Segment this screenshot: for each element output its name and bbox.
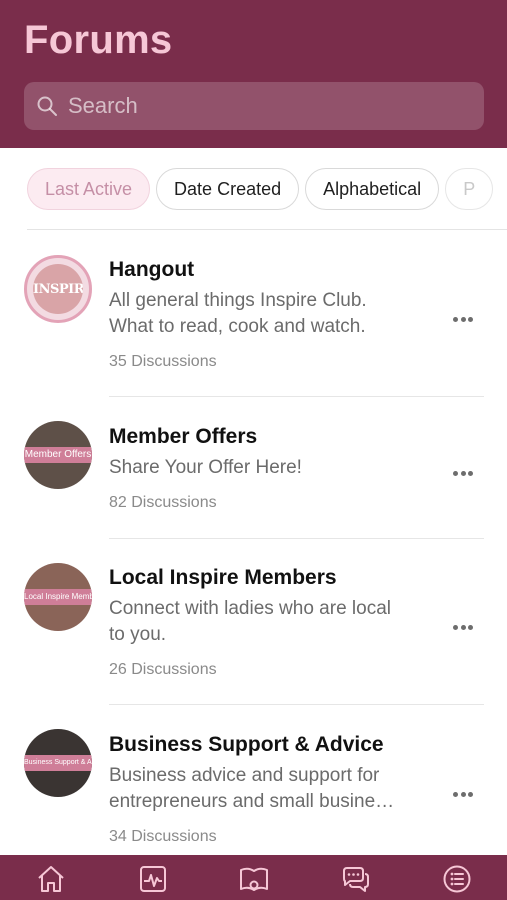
forum-description-line: Connect with ladies who are local (109, 598, 391, 619)
tab-menu[interactable] (441, 863, 473, 895)
forum-description: Share Your Offer Here! (109, 455, 439, 481)
forum-description-line: What to read, cook and watch. (109, 316, 366, 337)
more-options-icon[interactable] (453, 309, 479, 322)
forum-description-line: Business advice and support for (109, 765, 380, 786)
forum-avatar: INSPIRE (24, 255, 92, 323)
divider (109, 396, 484, 397)
tab-forums[interactable] (238, 863, 270, 895)
forums-icon (240, 867, 268, 891)
forum-description-line: Share Your Offer Here! (109, 457, 302, 478)
more-options-icon[interactable] (453, 617, 479, 630)
app-header: Forums Search (0, 0, 507, 148)
filter-more[interactable]: P (445, 168, 494, 210)
filter-last-active[interactable]: Last Active (27, 168, 151, 210)
forum-description: All general things Inspire Club. What to… (109, 288, 439, 340)
bottom-tab-bar (0, 855, 507, 900)
forum-title: Local Inspire Members (109, 566, 337, 589)
activity-icon (140, 866, 166, 892)
search-icon (37, 96, 57, 116)
forum-description-line: All general things Inspire Club. (109, 290, 367, 311)
forum-description-line: entrepreneurs and small busine… (109, 791, 395, 812)
forum-title: Business Support & Advice (109, 733, 384, 756)
forum-description-line: to you. (109, 624, 167, 645)
avatar-banner-text: Business Support & Advice (24, 755, 92, 771)
forum-description: Business advice and support for entrepre… (109, 763, 439, 815)
forum-discussion-count: 26 Discussions (109, 661, 217, 678)
forum-title: Hangout (109, 258, 195, 281)
menu-icon (443, 865, 471, 893)
home-icon (38, 866, 64, 892)
messages-icon (343, 867, 369, 892)
page-title: Forums (24, 18, 173, 62)
avatar-banner-text: Local Inspire Members (24, 589, 92, 605)
divider (109, 704, 484, 705)
avatar-banner-text: Member Offers (24, 447, 92, 463)
avatar-logo-text: INSPIRE (33, 282, 83, 297)
tab-messages[interactable] (340, 863, 372, 895)
tab-activity[interactable] (137, 863, 169, 895)
forum-avatar: Local Inspire Members (24, 563, 92, 631)
tab-home[interactable] (35, 863, 67, 895)
forum-title: Member Offers (109, 425, 258, 448)
divider (109, 538, 484, 539)
search-placeholder: Search (68, 93, 138, 118)
more-options-icon[interactable] (453, 463, 479, 476)
forum-description: Connect with ladies who are local to you… (109, 596, 439, 648)
forum-discussion-count: 82 Discussions (109, 494, 217, 511)
more-options-icon[interactable] (453, 784, 479, 797)
forum-avatar: Business Support & Advice (24, 729, 92, 797)
filter-alphabetical[interactable]: Alphabetical (305, 168, 440, 210)
filter-chips: Last Active Date Created Alphabetical P (27, 168, 507, 210)
forum-discussion-count: 34 Discussions (109, 828, 217, 845)
divider (27, 229, 507, 230)
filter-date-created[interactable]: Date Created (156, 168, 300, 210)
search-input[interactable]: Search (24, 82, 484, 130)
forum-discussion-count: 35 Discussions (109, 353, 217, 370)
forum-avatar: Member Offers (24, 421, 92, 489)
